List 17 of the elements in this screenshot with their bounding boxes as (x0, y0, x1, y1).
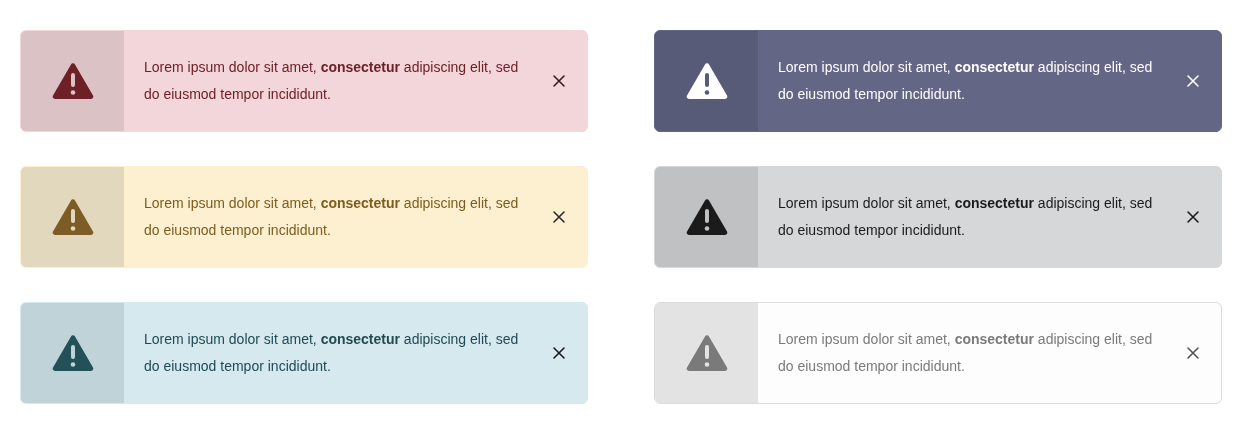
warning-icon (51, 334, 94, 372)
alert-message: Lorem ipsum dolor sit amet, consectetur adipiscing elit, sed do eiusmod tempor incididunt. (777, 330, 1154, 376)
close-button[interactable] (1185, 345, 1201, 361)
warning-icon (685, 62, 728, 100)
alert-message: Lorem ipsum dolor sit amet, consectetur adipiscing elit, sed do eiusmod tempor incididunt. (143, 58, 520, 104)
alert-message: Lorem ipsum dolor sit amet, consectetur adipiscing elit, sed do eiusmod tempor incididunt. (777, 194, 1154, 240)
close-button[interactable] (551, 209, 567, 225)
alert-message: Lorem ipsum dolor sit amet, consectetur adipiscing elit, sed do eiusmod tempor incididunt. (777, 58, 1154, 104)
close-button[interactable] (551, 73, 567, 89)
alert-message: Lorem ipsum dolor sit amet, consectetur adipiscing elit, sed do eiusmod tempor incididunt. (143, 194, 520, 240)
close-button[interactable] (1185, 209, 1201, 225)
warning-icon (685, 334, 728, 372)
alert-message: Lorem ipsum dolor sit amet, consectetur adipiscing elit, sed do eiusmod tempor incididunt. (143, 330, 520, 376)
close-button[interactable] (551, 345, 567, 361)
warning-icon (685, 198, 728, 236)
warning-icon (51, 198, 94, 236)
warning-icon (51, 62, 94, 100)
